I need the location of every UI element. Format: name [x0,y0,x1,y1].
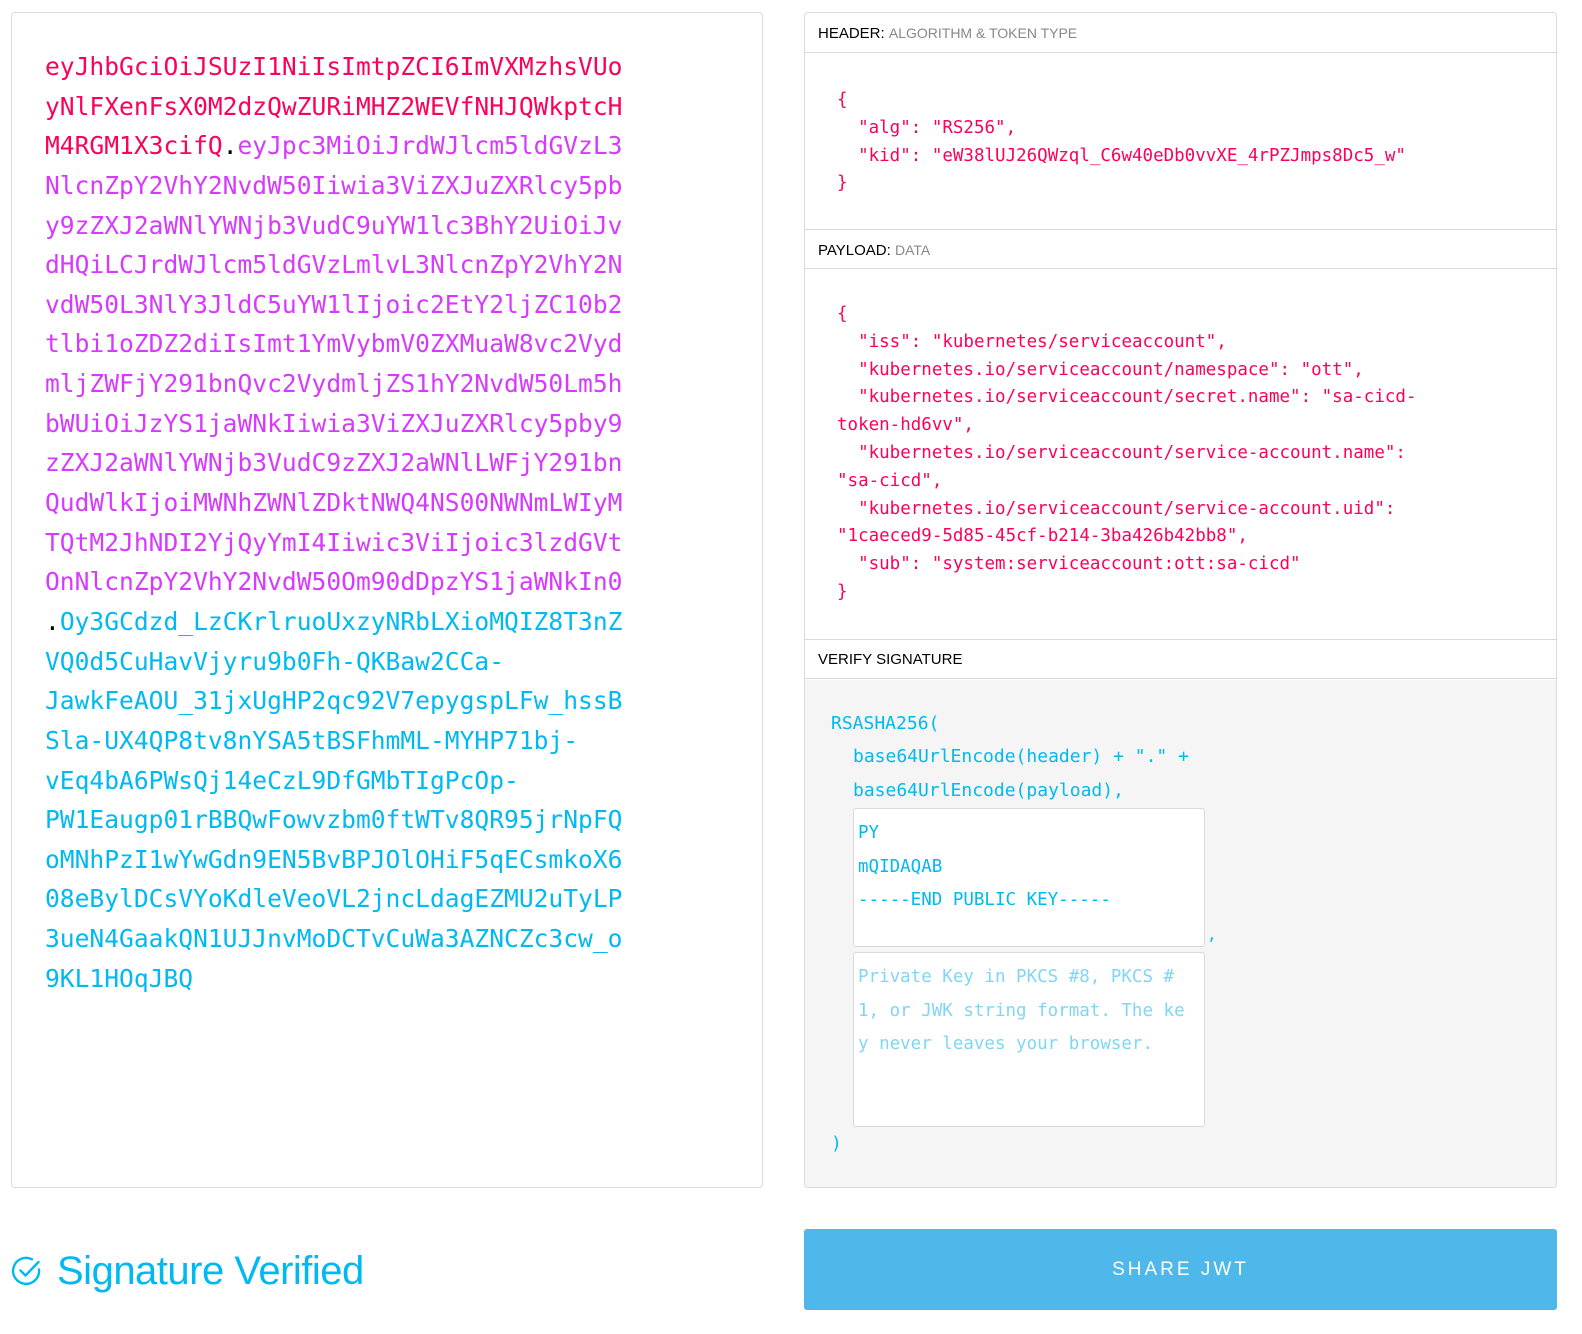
encoded-token-editor[interactable]: eyJhbGciOiJSUzI1NiIsImtpZCI6ImVXMzhsVUo y… [11,12,763,1188]
token-segment-payload: TQtM2JhNDI2YjQyYmI4Iiwic3ViIjoic3lzdGVt [45,527,623,557]
json-line: "iss": "kubernetes/serviceaccount", [837,331,1227,352]
key-line: PY [858,823,880,843]
encoded-line: PW1Eaugp01rBBQwFowvzbm0ftWTv8QR95jrNpFQ [45,800,685,840]
encoded-line: y9zZXJ2aWNlYWNjb3VudC9uYW1lc3BhY2UiOiJv [45,206,685,246]
token-segment-dot: . [222,131,238,161]
token-segment-payload: eyJpc3MiOiJrdWJlcm5ldGVzL3 [237,131,623,161]
encoded-line: 3ueN4GaakQN1UJJnvMoDCTvCuWa3AZNCZc3cw_o [45,919,685,959]
key-line: Private Key in PKCS #8, PKCS # [858,967,1175,987]
token-segment-sig: PW1Eaugp01rBBQwFowvzbm0ftWTv8QR95jrNpFQ [45,805,623,835]
payload-section-title: PAYLOAD: DATA [805,229,1556,269]
token-segment-sig: 08eBylDCsVYoKdleVeoVL2jncLdagEZMU2uTyLP [45,884,623,914]
encoded-line: M4RGM1X3cifQ.eyJpc3MiOiJrdWJlcm5ldGVzL3 [45,126,685,166]
encoded-line: tlbi1oZDZ2diIsImt1YmVybmV0ZXMuaW8vc2Vyd [45,324,685,364]
encode-payload-line: base64UrlEncode(payload), [853,780,1124,801]
token-segment-sig: 9KL1HOqJBQ [45,963,194,993]
check-circle-icon [11,1256,41,1286]
header-subtitle: ALGORITHM & TOKEN TYPE [888,25,1078,41]
verify-title: VERIFY SIGNATURE [818,651,963,668]
key-line: 1, or JWK string format. The ke [858,1000,1185,1021]
encoded-line: Sla-UX4QP8tv8nYSA5tBSFhmML-MYHP71bj- [45,721,685,761]
json-line: } [837,581,848,602]
encode-header-line: base64UrlEncode(header) + "." + [853,746,1189,767]
encoded-line: zZXJ2aWNlYWNjb3VudC9zZXJ2aWNlLWFjY291bn [45,443,685,483]
token-segment-sig: oMNhPzI1wYwGdn9EN5BvBPJOlOHiF5qECsmkoX6 [45,844,623,874]
token-segment-payload: bWUiOiJzYS1jaWNkIiwia3ViZXJuZXRlcy5pby9 [45,408,623,438]
encoded-line: TQtM2JhNDI2YjQyYmI4Iiwic3ViIjoic3lzdGVt [45,523,685,563]
signature-verified-text: Signature Verified [57,1248,364,1293]
token-segment-sig: vEq4bA6PWsQj14eCzL9DfGMbTIgPcOp- [45,765,519,795]
token-segment-payload: zZXJ2aWNlYWNjb3VudC9zZXJ2aWNlLWFjY291bn [45,448,623,478]
json-line: "sub": "system:serviceaccount:ott:sa-cic… [837,554,1301,575]
private-key-textarea[interactable]: Private Key in PKCS #8, PKCS # 1, or JWK … [853,952,1205,1127]
json-line: "kid": "eW38lUJ26QWzql_C6w40eDb0vvXE_4rP… [837,145,1406,166]
header-section-title: HEADER: ALGORITHM & TOKEN TYPE [805,13,1556,53]
json-line: { [837,90,848,110]
encoded-line: 9KL1HOqJBQ [45,959,685,999]
header-title: HEADER: [818,25,885,42]
encoded-line: vEq4bA6PWsQj14eCzL9DfGMbTIgPcOp- [45,761,685,801]
json-line: "kubernetes.io/serviceaccount/namespace"… [837,359,1364,380]
signature-status: Signature Verified [11,1246,364,1296]
token-segment-payload: dHQiLCJrdWJlcm5ldGVzLmlvL3NlcnZpY2VhY2N [45,250,623,280]
encoded-token-text[interactable]: eyJhbGciOiJSUzI1NiIsImtpZCI6ImVXMzhsVUo y… [45,47,685,998]
encoded-line: bWUiOiJzYS1jaWNkIiwia3ViZXJuZXRlcy5pby9 [45,404,685,444]
header-json-editor[interactable]: { "alg": "RS256", "kid": "eW38lUJ26QWzql… [837,87,1406,198]
encoded-line: oMNhPzI1wYwGdn9EN5BvBPJOlOHiF5qECsmkoX6 [45,840,685,880]
token-segment-payload: vdW50L3NlY3JldC5uYW1lIjoic2EtY2ljZC10b2 [45,289,623,319]
public-key-comma: , [1207,925,1217,944]
payload-json-editor[interactable]: { "iss": "kubernetes/serviceaccount", "k… [837,301,1416,607]
json-line: "kubernetes.io/serviceaccount/secret.nam… [837,387,1417,408]
payload-title: PAYLOAD: [818,242,891,259]
encoded-line: dHQiLCJrdWJlcm5ldGVzLmlvL3NlcnZpY2VhY2N [45,245,685,285]
rsasha256-close: ) [831,1133,842,1154]
token-segment-header: yNlFXenFsX0M2dzQwZURiMHZ2WEVfNHJQWkptcH [45,91,623,121]
json-line: "alg": "RS256", [837,117,1017,138]
token-segment-sig: Oy3GCdzd_LzCKrlruoUxzyNRbLXioMQIZ8T3nZ [59,606,623,636]
token-segment-payload: QudWlkIjoiMWNhZWNlZDktNWQ4NS00NWNmLWIyM [45,488,623,518]
encoded-line: VQ0d5CuHavVjyru9b0Fh-QKBaw2CCa- [45,642,685,682]
encoded-line: yNlFXenFsX0M2dzQwZURiMHZ2WEVfNHJQWkptcH [45,87,685,127]
rsasha256-open: RSASHA256( [831,713,940,734]
token-segment-payload: y9zZXJ2aWNlYWNjb3VudC9uYW1lc3BhY2UiOiJv [45,210,623,240]
encoded-line: .Oy3GCdzd_LzCKrlruoUxzyNRbLXioMQIZ8T3nZ [45,602,685,642]
encoded-line: NlcnZpY2VhY2NvdW50Iiwia3ViZXJuZXRlcy5pb [45,166,685,206]
verify-section-title: VERIFY SIGNATURE [805,639,1556,679]
token-segment-header: M4RGM1X3cifQ [45,131,223,161]
encoded-line: eyJhbGciOiJSUzI1NiIsImtpZCI6ImVXMzhsVUo [45,47,685,87]
key-line: mQIDAQAB [858,856,943,877]
encoded-line: 08eBylDCsVYoKdleVeoVL2jncLdagEZMU2uTyLP [45,879,685,919]
encoded-line: mljZWFjY291bnQvc2VydmljZS1hY2NvdW50Lm5h [45,364,685,404]
json-line: "sa-cicd", [837,470,943,491]
json-line: "kubernetes.io/serviceaccount/service-ac… [837,498,1396,519]
key-line: -----END PUBLIC KEY----- [858,890,1111,910]
json-line: } [837,173,848,194]
token-segment-payload: NlcnZpY2VhY2NvdW50Iiwia3ViZXJuZXRlcy5pb [45,170,623,200]
json-line: "1caeced9-5d85-45cf-b214-3ba426b42bb8", [837,526,1248,547]
json-line: { [837,304,848,324]
key-line: y never leaves your browser. [858,1034,1154,1054]
json-line: token-hd6vv", [837,415,974,436]
verify-signature-body: RSASHA256( base64UrlEncode(header) + "."… [805,680,1556,1187]
encoded-line: JawkFeAOU_31jxUgHP2qc92V7epygspLFw_hssB [45,681,685,721]
token-segment-sig: 3ueN4GaakQN1UJJnvMoDCTvCuWa3AZNCZc3cw_o [45,924,623,954]
token-segment-payload: mljZWFjY291bnQvc2VydmljZS1hY2NvdW50Lm5h [45,369,623,399]
encoded-line: QudWlkIjoiMWNhZWNlZDktNWQ4NS00NWNmLWIyM [45,483,685,523]
encoded-line: OnNlcnZpY2VhY2NvdW50Om90dDpzYS1jaWNkIn0 [45,562,685,602]
token-segment-sig: JawkFeAOU_31jxUgHP2qc92V7epygspLFw_hssB [45,686,623,716]
share-jwt-button[interactable]: SHARE JWT [804,1229,1557,1310]
token-segment-payload: tlbi1oZDZ2diIsImt1YmVybmV0ZXMuaW8vc2Vyd [45,329,623,359]
token-segment-sig: VQ0d5CuHavVjyru9b0Fh-QKBaw2CCa- [45,646,505,676]
payload-subtitle: DATA [894,242,931,258]
public-key-textarea[interactable]: PY mQIDAQAB -----END PUBLIC KEY----- [853,808,1205,947]
token-segment-header: eyJhbGciOiJSUzI1NiIsImtpZCI6ImVXMzhsVUo [45,52,623,81]
token-segment-sig: Sla-UX4QP8tv8nYSA5tBSFhmML-MYHP71bj- [45,725,579,755]
json-line: "kubernetes.io/serviceaccount/service-ac… [837,442,1406,463]
encoded-line: vdW50L3NlY3JldC5uYW1lIjoic2EtY2ljZC10b2 [45,285,685,325]
token-segment-payload: OnNlcnZpY2VhY2NvdW50Om90dDpzYS1jaWNkIn0 [45,567,623,597]
decoded-panel: HEADER: ALGORITHM & TOKEN TYPE { "alg": … [804,12,1557,1188]
token-segment-dot: . [45,606,60,636]
